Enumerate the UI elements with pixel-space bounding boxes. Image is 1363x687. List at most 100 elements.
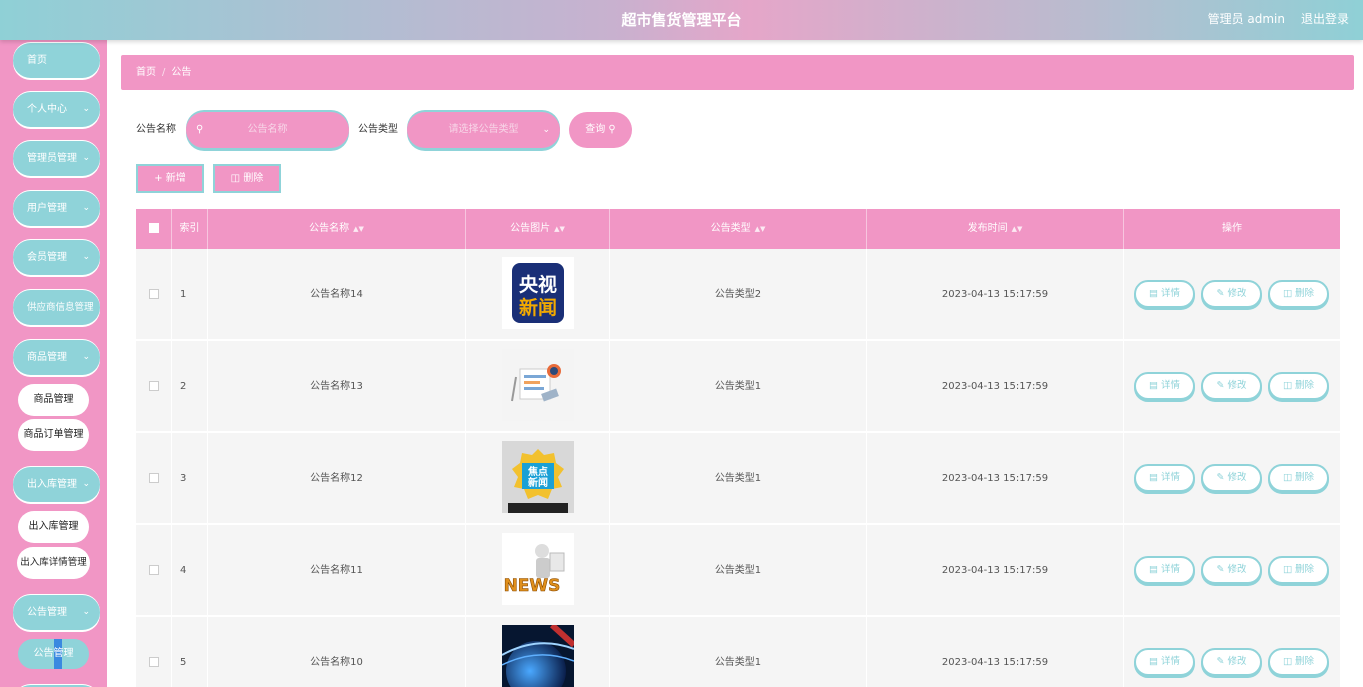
sidebar-item-label: 供应商信息管理 — [27, 302, 94, 313]
sidebar-subitem-stock-detail[interactable]: 出入库详情管理 — [17, 547, 90, 579]
add-button[interactable]: + 新增 — [136, 164, 204, 193]
delete-button-label: 删除 — [243, 173, 264, 184]
table-row: 1 公告名称14 央视 新闻 公告类型2 2023-04-13 15:17:59 ▤ 详情 ✎… — [136, 249, 1340, 340]
svg-text:NEWS: NEWS — [504, 576, 561, 596]
edit-button[interactable]: ✎ 修改 — [1201, 464, 1262, 492]
sidebar: 首页 个人中心 ⌄ 管理员管理 ⌄ 用户管理 ⌄ 会员管理 ⌄ 供应商信息管理 商品管理… — [0, 40, 107, 687]
row-delete-button[interactable]: ◫ 删除 — [1268, 648, 1329, 676]
detail-button[interactable]: ▤ 详情 — [1134, 556, 1195, 584]
breadcrumb-home[interactable]: 首页 — [136, 67, 156, 78]
sort-icon[interactable]: ▲▼ — [554, 225, 565, 233]
col-name[interactable]: 公告名称 ▲▼ — [208, 209, 466, 249]
row-publish-time: 2023-04-13 15:17:59 — [867, 341, 1124, 432]
row-checkbox[interactable] — [148, 473, 159, 483]
edit-button[interactable]: ✎ 修改 — [1201, 556, 1262, 584]
svg-text:新闻: 新闻 — [519, 296, 557, 319]
row-notice-name: 公告名称12 — [208, 433, 466, 524]
sidebar-item-personal-center[interactable]: 个人中心 ⌄ — [13, 92, 100, 127]
row-delete-button[interactable]: ◫ 删除 — [1268, 556, 1329, 584]
query-button[interactable]: 查询 ⚲ — [569, 112, 632, 148]
edit-button[interactable]: ✎ 修改 — [1201, 280, 1262, 308]
sort-icon[interactable]: ▲▼ — [353, 225, 364, 233]
row-delete-button[interactable]: ◫ 删除 — [1268, 280, 1329, 308]
row-checkbox[interactable] — [148, 657, 159, 667]
sidebar-item-stock-manage[interactable]: 出入库管理 ⌄ — [13, 467, 100, 502]
row-notice-type: 公告类型2 — [610, 249, 867, 340]
col-image[interactable]: 公告图片 ▲▼ — [466, 209, 610, 249]
edit-button[interactable]: ✎ 修改 — [1201, 372, 1262, 400]
sidebar-subitem-label: 公告管理 — [33, 648, 74, 659]
document-icon: ▤ — [1148, 380, 1158, 391]
document-icon: ▤ — [1148, 288, 1158, 299]
col-index-label: 索引 — [179, 223, 200, 234]
add-button-label: 新增 — [165, 173, 186, 184]
row-index: 3 — [172, 433, 208, 524]
row-checkbox[interactable] — [148, 565, 159, 575]
trash-icon: ◫ — [1282, 288, 1292, 299]
sidebar-item-member-manage[interactable]: 会员管理 ⌄ — [13, 240, 100, 275]
row-checkbox-cell — [136, 617, 172, 687]
edit-button-label: 修改 — [1227, 288, 1247, 299]
sidebar-subitem-goods[interactable]: 商品管理 — [18, 384, 89, 416]
notice-thumbnail — [502, 625, 574, 687]
detail-button[interactable]: ▤ 详情 — [1134, 648, 1195, 676]
edit-button[interactable]: ✎ 修改 — [1201, 648, 1262, 676]
sidebar-item-user-manage[interactable]: 用户管理 ⌄ — [13, 191, 100, 226]
row-operations: ▤ 详情 ✎ 修改 ◫ 删除 — [1122, 341, 1340, 432]
sidebar-subitem-notice[interactable]: 公告管理 — [18, 639, 89, 669]
detail-button[interactable]: ▤ 详情 — [1134, 280, 1195, 308]
col-type[interactable]: 公告类型 ▲▼ — [610, 209, 867, 249]
sidebar-subitem-goods-orders[interactable]: 商品订单管理 — [18, 419, 89, 451]
sidebar-item-label: 首页 — [27, 55, 47, 66]
sidebar-item-goods-manage[interactable]: 商品管理 ⌄ — [13, 340, 100, 375]
col-ops: 操作 — [1124, 209, 1340, 249]
detail-button[interactable]: ▤ 详情 — [1134, 464, 1195, 492]
table-row: 5 公告名称10 公告类型1 2023-04-13 15:17:59 ▤ 详情 ✎ 修改 ◫… — [136, 617, 1340, 687]
chevron-down-icon: ⌄ — [82, 352, 90, 362]
document-icon: ▤ — [1148, 564, 1158, 575]
trash-icon: ◫ — [230, 173, 241, 184]
trash-icon: ◫ — [1282, 564, 1292, 575]
row-notice-image-cell: NEWS — [466, 525, 610, 616]
sort-icon[interactable]: ▲▼ — [755, 225, 766, 233]
sidebar-item-label: 管理员管理 — [27, 153, 77, 164]
sidebar-item-label: 商品管理 — [27, 352, 67, 363]
document-icon: ▤ — [1148, 656, 1158, 667]
notice-name-input[interactable]: ⚲ 公告名称 — [186, 112, 349, 148]
sidebar-item-admin-manage[interactable]: 管理员管理 ⌄ — [13, 141, 100, 176]
notice-thumbnail: 焦点 新闻 — [502, 441, 574, 513]
row-delete-button[interactable]: ◫ 删除 — [1268, 464, 1329, 492]
pencil-icon: ✎ — [1216, 288, 1225, 299]
sidebar-item-label: 会员管理 — [27, 252, 67, 263]
sidebar-item-label: 公告管理 — [27, 607, 67, 618]
row-checkbox[interactable] — [148, 381, 159, 391]
pencil-icon: ✎ — [1216, 380, 1225, 391]
row-checkbox[interactable] — [148, 289, 159, 299]
sidebar-item-notice-manage[interactable]: 公告管理 ⌄ — [13, 595, 100, 630]
row-delete-button[interactable]: ◫ 删除 — [1268, 372, 1329, 400]
trash-icon: ◫ — [1282, 656, 1292, 667]
row-publish-time: 2023-04-13 15:17:59 — [867, 617, 1124, 687]
table-row: 2 公告名称13 公告类型1 2023-04-13 15:17:59 ▤ 详情 ✎ 修改 ◫… — [136, 341, 1340, 432]
notice-type-select[interactable]: 请选择公告类型 ⌄ — [407, 112, 560, 148]
col-time[interactable]: 发布时间 ▲▼ — [867, 209, 1124, 249]
logout-link[interactable]: 退出登录 — [1301, 0, 1349, 38]
sidebar-item-label: 出入库管理 — [27, 479, 77, 490]
search-icon: ⚲ — [608, 124, 616, 135]
row-publish-time: 2023-04-13 15:17:59 — [867, 249, 1124, 340]
sidebar-subitem-stock[interactable]: 出入库管理 — [18, 511, 89, 543]
sort-icon[interactable]: ▲▼ — [1012, 225, 1023, 233]
row-publish-time: 2023-04-13 15:17:59 — [867, 433, 1124, 524]
breadcrumb: 首页 / 公告 — [121, 55, 1354, 90]
svg-text:新闻: 新闻 — [528, 476, 548, 489]
select-all-checkbox[interactable] — [148, 223, 159, 233]
col-name-label: 公告名称 — [309, 223, 350, 234]
row-index: 2 — [172, 341, 208, 432]
sidebar-item-supplier-manage[interactable]: 供应商信息管理 — [13, 290, 100, 325]
detail-button[interactable]: ▤ 详情 — [1134, 372, 1195, 400]
sidebar-item-home[interactable]: 首页 — [13, 43, 100, 78]
search-icon: ⚲ — [196, 124, 204, 135]
row-index: 1 — [172, 249, 208, 340]
delete-button[interactable]: ◫ 删除 — [213, 164, 281, 193]
top-header: 超市售货管理平台 管理员 admin 退出登录 — [0, 0, 1363, 40]
